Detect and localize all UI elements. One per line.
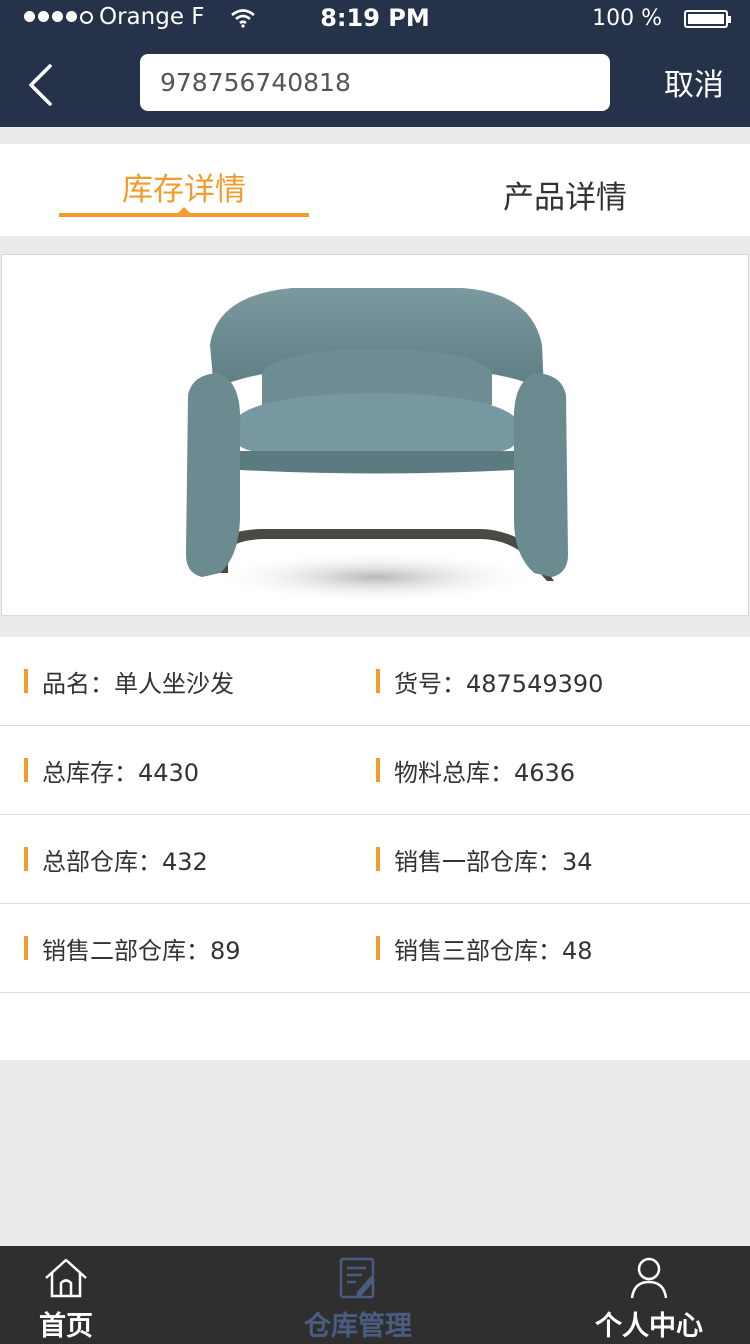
status-bar: Orange F 8:19 PM 100 % [0, 0, 750, 40]
tabbar-label: 个人中心 [595, 1311, 703, 1342]
tab-label: 产品详情 [503, 180, 627, 216]
accent-marker [24, 758, 28, 782]
accent-marker [376, 847, 380, 871]
detail-text: 品名：单人坐沙发 [42, 669, 234, 698]
home-icon [0, 1256, 132, 1300]
detail-item: 销售一部仓库：34 [376, 815, 593, 903]
search-input[interactable] [140, 54, 610, 111]
detail-tabs: 库存详情 产品详情 [0, 144, 750, 236]
inventory-icon [280, 1256, 436, 1300]
active-tab-underline [59, 213, 309, 217]
cancel-button[interactable]: 取消 [664, 60, 724, 104]
battery-icon [684, 10, 731, 28]
accent-marker [24, 669, 28, 693]
top-header: Orange F 8:19 PM 100 % 取消 [0, 0, 750, 127]
accent-marker [24, 847, 28, 871]
detail-row: 总库存：4430 物料总库：4636 [0, 726, 750, 815]
product-image-card [1, 254, 749, 616]
detail-item: 货号：487549390 [376, 637, 603, 725]
tabbar-item-warehouse[interactable]: 仓库管理 [280, 1246, 436, 1344]
detail-text: 销售二部仓库：89 [42, 936, 241, 965]
chevron-left-icon [29, 64, 52, 106]
tab-label: 库存详情 [122, 172, 246, 208]
tabbar-label: 仓库管理 [304, 1311, 412, 1342]
detail-item: 总库存：4430 [24, 726, 199, 814]
tab-inventory-details[interactable]: 库存详情 [59, 144, 309, 236]
accent-marker [376, 758, 380, 782]
detail-row: 品名：单人坐沙发 货号：487549390 [0, 637, 750, 726]
detail-text: 总部仓库：432 [42, 847, 208, 876]
accent-marker [376, 669, 380, 693]
detail-text: 物料总库：4636 [394, 758, 576, 787]
detail-row: 总部仓库：432 销售一部仓库：34 [0, 815, 750, 904]
detail-row: 销售二部仓库：89 销售三部仓库：48 [0, 904, 750, 993]
detail-item: 销售三部仓库：48 [376, 904, 593, 992]
battery-percent: 100 % [592, 6, 662, 31]
bottom-tab-bar: 首页 仓库管理 个人中心 [0, 1246, 750, 1344]
detail-text: 总库存：4430 [42, 758, 200, 787]
accent-marker [376, 936, 380, 960]
user-icon [580, 1256, 718, 1300]
detail-item: 销售二部仓库：89 [24, 904, 241, 992]
detail-text: 销售三部仓库：48 [394, 936, 593, 965]
tabbar-item-home[interactable]: 首页 [0, 1246, 132, 1344]
detail-text: 货号：487549390 [394, 669, 604, 698]
tabbar-item-profile[interactable]: 个人中心 [580, 1246, 718, 1344]
detail-item: 总部仓库：432 [24, 815, 208, 903]
accent-marker [24, 936, 28, 960]
tab-product-details[interactable]: 产品详情 [440, 144, 690, 236]
back-button[interactable] [18, 58, 62, 112]
detail-text: 销售一部仓库：34 [394, 847, 593, 876]
detail-item: 物料总库：4636 [376, 726, 575, 814]
tabbar-label: 首页 [39, 1311, 93, 1342]
detail-item: 品名：单人坐沙发 [24, 637, 234, 725]
product-image [186, 288, 568, 603]
inventory-details: 品名：单人坐沙发 货号：487549390 总库存：4430 物料总库：4636… [0, 637, 750, 1060]
